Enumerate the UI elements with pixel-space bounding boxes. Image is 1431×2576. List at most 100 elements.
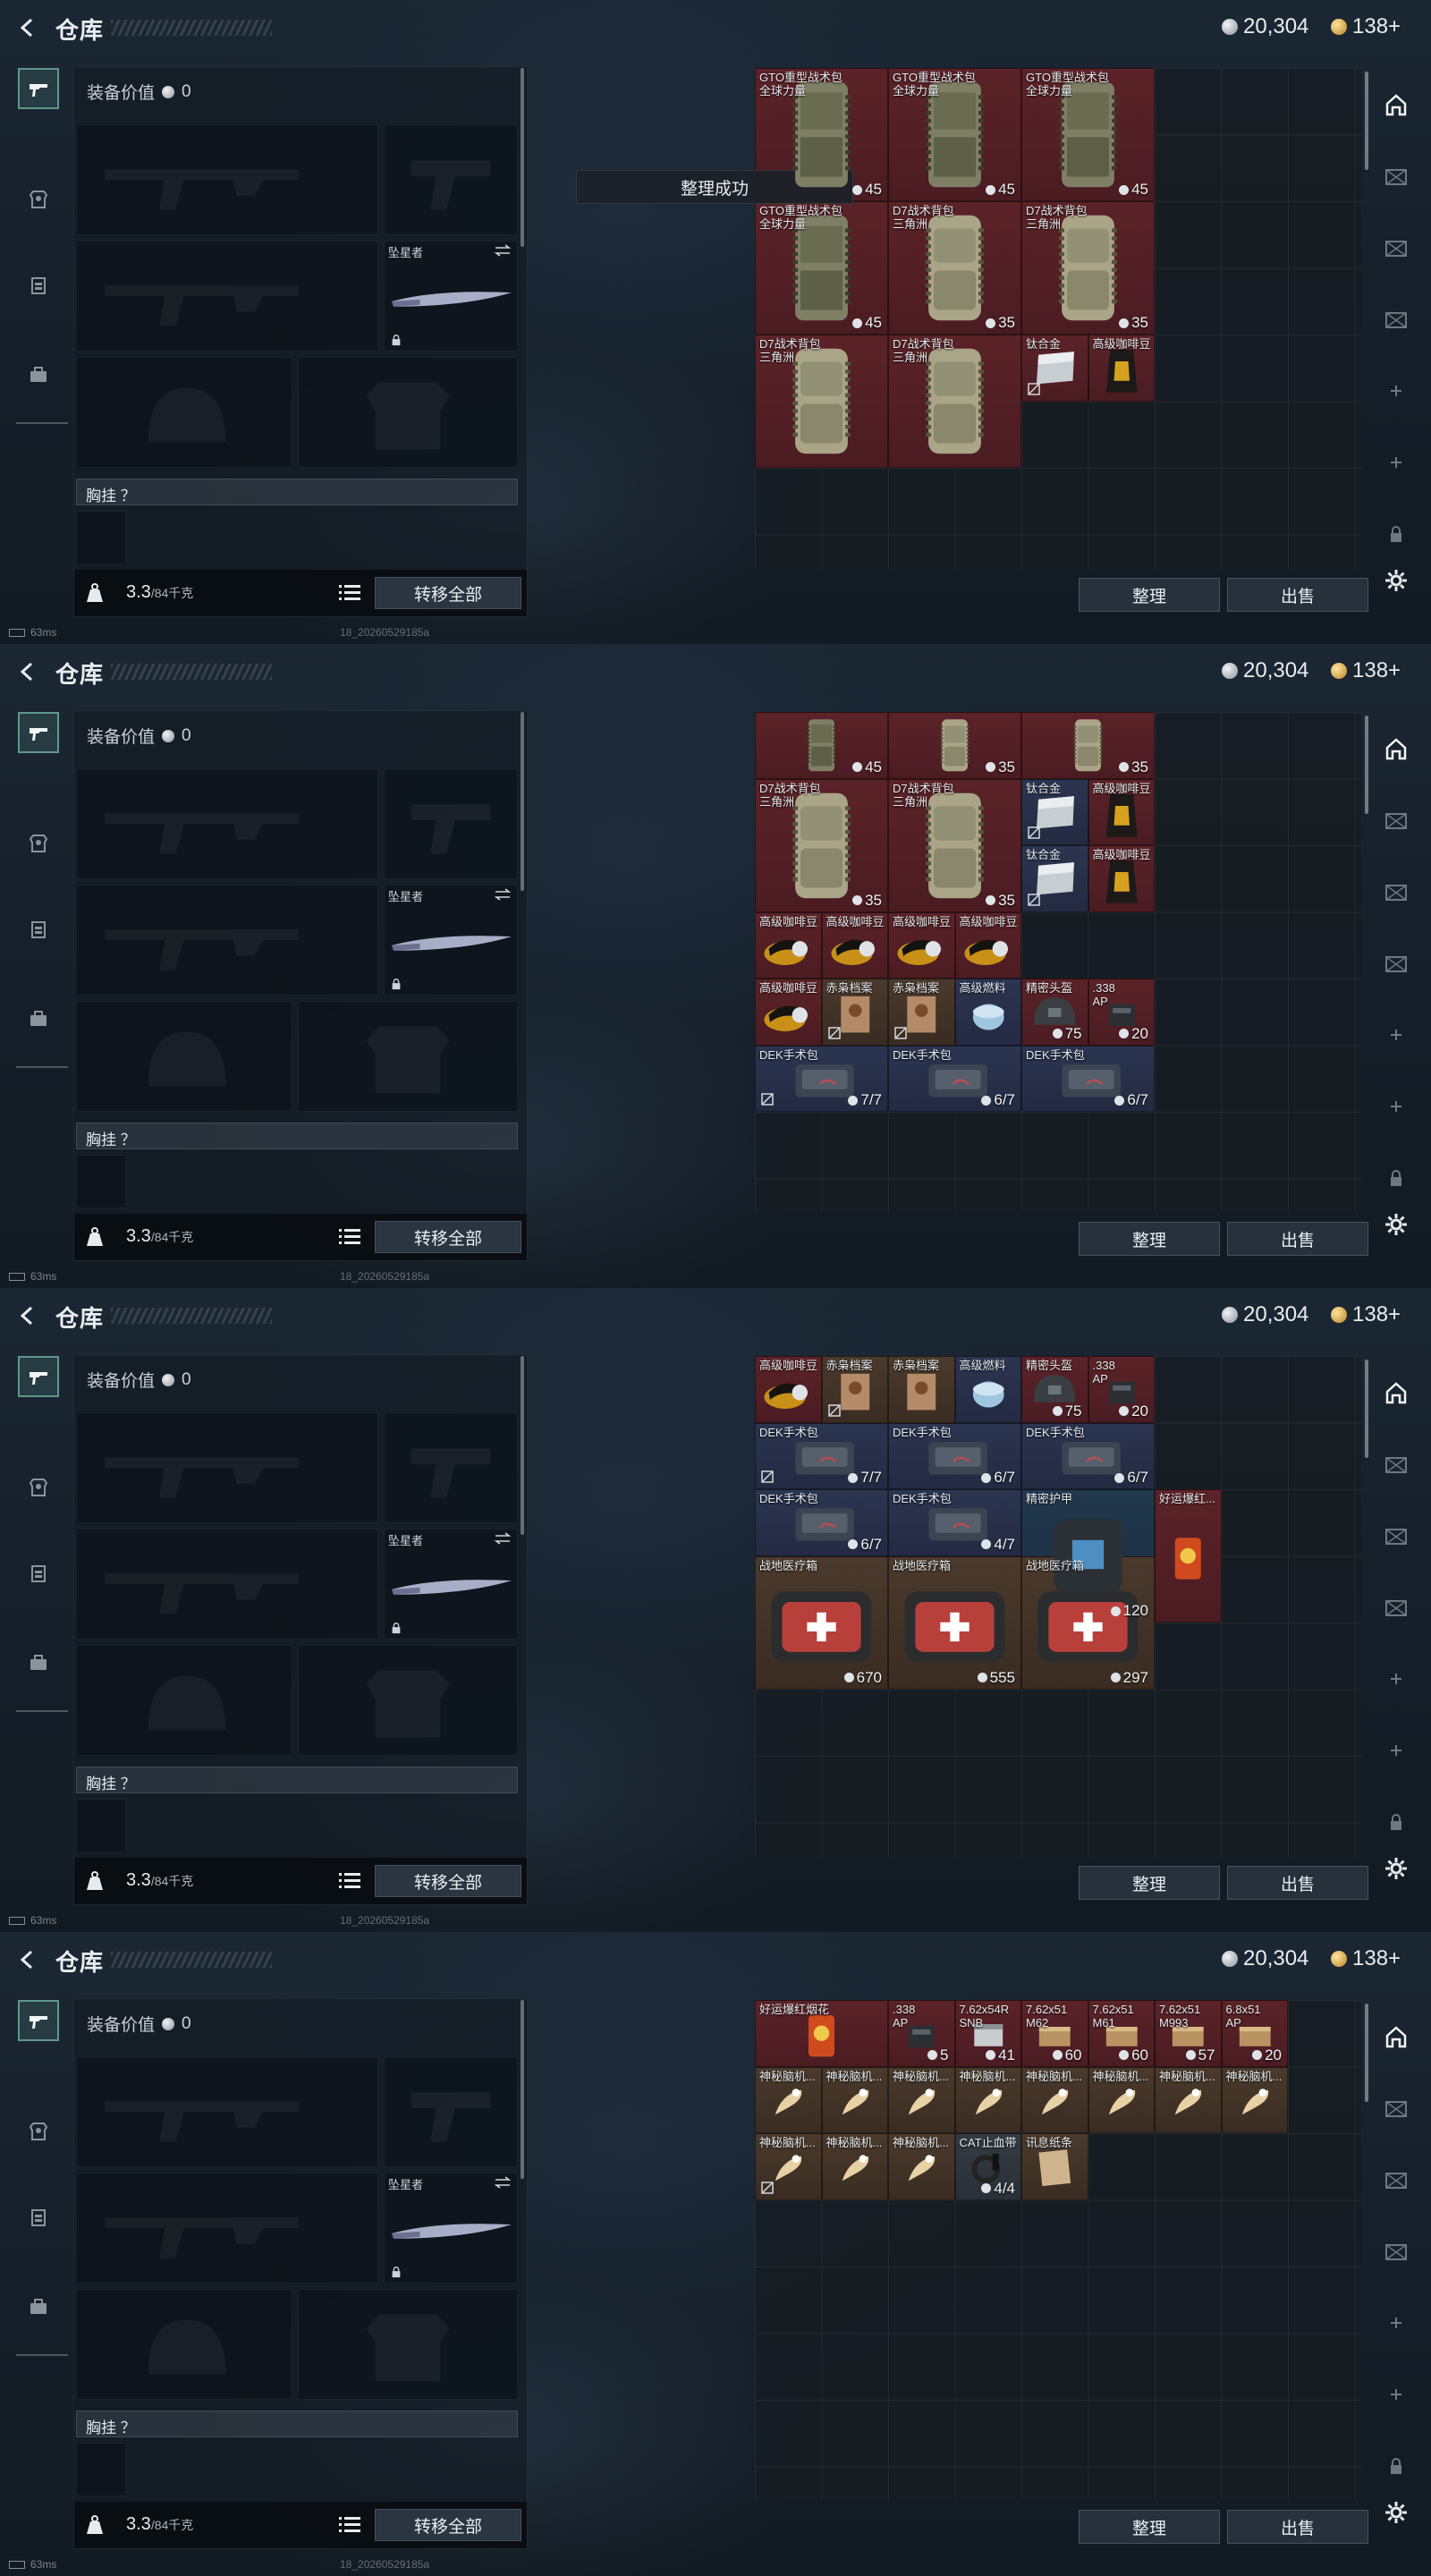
sort-button[interactable]: 整理 [1079, 578, 1220, 612]
inventory-item[interactable]: 45 [755, 712, 888, 779]
inventory-item[interactable]: 赤枭档案 [821, 979, 888, 1046]
armor-icon[interactable] [18, 179, 59, 220]
plus-icon[interactable] [1381, 2308, 1411, 2338]
home-icon[interactable] [1381, 2021, 1411, 2052]
inventory-item[interactable]: 7.62x51 M62 60 [1021, 2000, 1088, 2067]
body-armor-slot[interactable] [298, 357, 518, 468]
list-icon[interactable] [337, 580, 362, 604]
chest-rig-slot[interactable]: 胸挂 ？ [76, 1123, 518, 1149]
inventory-item[interactable]: 赤枭档案 [888, 1356, 955, 1423]
transfer-all-button[interactable]: 转移全部 [375, 1221, 521, 1253]
gear-icon[interactable] [1381, 1853, 1411, 1884]
inventory-item[interactable]: GTO重型战术包 全球力量 45 [888, 68, 1021, 201]
lock-icon[interactable] [1381, 2451, 1411, 2481]
primary-weapon-slot[interactable] [76, 1412, 378, 1523]
pistol-slot[interactable] [384, 768, 518, 879]
inventory-item[interactable]: 神秘脑机... [888, 2133, 955, 2200]
inventory-item[interactable]: 高级燃料 [954, 1356, 1021, 1423]
helmet-slot[interactable] [76, 1001, 292, 1112]
currency-gold[interactable]: 138+ [1331, 14, 1401, 39]
warehouse-scrollbar[interactable] [1365, 716, 1368, 814]
inventory-item[interactable]: 高级咖啡豆 [755, 1356, 822, 1423]
plus-icon[interactable] [1381, 1091, 1411, 1122]
pistol-slot[interactable] [384, 1412, 518, 1523]
equipment-scrollbar[interactable] [521, 68, 524, 247]
inventory-item[interactable]: 精密头盔 75 [1021, 1356, 1088, 1423]
inventory-item[interactable]: DEK手术包 6/7 [755, 1489, 888, 1556]
secondary-weapon-slot[interactable] [76, 241, 378, 352]
inventory-item[interactable]: 神秘脑机... [821, 2133, 888, 2200]
inventory-item[interactable]: D7战术背包 三角洲 35 [755, 778, 888, 912]
inventory-item[interactable]: D7战术背包 三角洲 35 [888, 201, 1021, 335]
melee-slot[interactable]: 坠星者 [384, 1529, 518, 1640]
inventory-item[interactable]: 7.62x54R SNB 41 [954, 2000, 1021, 2067]
crate-icon[interactable] [1381, 948, 1411, 979]
body-armor-slot[interactable] [298, 1001, 518, 1112]
vest-icon[interactable] [18, 1553, 59, 1594]
inventory-item[interactable]: GTO重型战术包 全球力量 45 [755, 201, 888, 335]
crate-icon[interactable] [1381, 877, 1411, 907]
chest-rig-subslot[interactable] [76, 2443, 126, 2496]
inventory-item[interactable]: DEK手术包 4/7 [888, 1489, 1021, 1556]
list-icon[interactable] [337, 2512, 362, 2536]
back-arrow-icon[interactable] [13, 1301, 43, 1331]
inventory-item[interactable]: DEK手术包 7/7 [755, 1422, 888, 1489]
plus-icon[interactable] [1381, 376, 1411, 406]
vest-icon[interactable] [18, 265, 59, 306]
inventory-item[interactable]: 战地医疗箱 555 [888, 1555, 1021, 1690]
bag-icon[interactable] [18, 2286, 59, 2327]
gear-icon[interactable] [1381, 1209, 1411, 1240]
inventory-item[interactable]: 6.8x51 AP 20 [1221, 2000, 1288, 2067]
sort-button[interactable]: 整理 [1079, 1866, 1220, 1900]
inventory-item[interactable]: 神秘脑机... [1155, 2066, 1222, 2133]
plus-icon[interactable] [1381, 1664, 1411, 1694]
chest-rig-slot[interactable]: 胸挂 ？ [76, 479, 518, 505]
equipment-scrollbar[interactable] [521, 712, 524, 891]
lock-icon[interactable] [1381, 519, 1411, 549]
plus-icon[interactable] [1381, 447, 1411, 478]
melee-slot[interactable]: 坠星者 [384, 241, 518, 352]
chest-rig-slot[interactable]: 胸挂 ？ [76, 2411, 518, 2437]
currency-silver[interactable]: 20,304 [1222, 1946, 1308, 1971]
inventory-item[interactable]: 神秘脑机... [1021, 2066, 1088, 2133]
inventory-item[interactable]: 神秘脑机... [755, 2133, 822, 2200]
chest-rig-slot[interactable]: 胸挂 ？ [76, 1767, 518, 1793]
back-arrow-icon[interactable] [13, 657, 43, 687]
pistol-slot[interactable] [384, 124, 518, 235]
crate-icon[interactable] [1381, 1449, 1411, 1479]
gun-icon[interactable] [18, 2000, 59, 2041]
sell-button[interactable]: 出售 [1227, 1866, 1368, 1900]
currency-silver[interactable]: 20,304 [1222, 1302, 1308, 1327]
home-icon[interactable] [1381, 733, 1411, 764]
crate-icon[interactable] [1381, 1592, 1411, 1623]
currency-gold[interactable]: 138+ [1331, 1302, 1401, 1327]
armor-icon[interactable] [18, 1467, 59, 1508]
bag-icon[interactable] [18, 998, 59, 1039]
plus-icon[interactable] [1381, 1020, 1411, 1050]
plus-icon[interactable] [1381, 1735, 1411, 1766]
inventory-item[interactable]: 神秘脑机... [755, 2066, 822, 2133]
inventory-item[interactable]: 高级咖啡豆 [1088, 335, 1155, 402]
lock-icon[interactable] [1381, 1163, 1411, 1193]
warehouse-scrollbar[interactable] [1365, 72, 1368, 170]
inventory-item[interactable]: 神秘脑机... [1088, 2066, 1155, 2133]
inventory-item[interactable]: DEK手术包 6/7 [1021, 1422, 1155, 1489]
inventory-item[interactable]: GTO重型战术包 全球力量 45 [1021, 68, 1155, 201]
inventory-item[interactable]: CAT止血带 4/4 [954, 2133, 1021, 2200]
pistol-slot[interactable] [384, 2056, 518, 2167]
inventory-item[interactable]: DEK手术包 7/7 [755, 1045, 888, 1112]
inventory-item[interactable]: 高级咖啡豆 [755, 979, 822, 1046]
transfer-all-button[interactable]: 转移全部 [375, 1865, 521, 1897]
inventory-item[interactable]: GTO重型战术包 全球力量 45 [755, 68, 888, 201]
crate-icon[interactable] [1381, 233, 1411, 263]
primary-weapon-slot[interactable] [76, 124, 378, 235]
list-icon[interactable] [337, 1868, 362, 1892]
inventory-item[interactable]: D7战术背包 三角洲 35 [888, 778, 1021, 912]
currency-gold[interactable]: 138+ [1331, 658, 1401, 683]
equipment-scrollbar[interactable] [521, 1356, 524, 1535]
crate-icon[interactable] [1381, 2093, 1411, 2123]
inventory-item[interactable]: 赤枭档案 [888, 979, 955, 1046]
crate-icon[interactable] [1381, 2165, 1411, 2195]
transfer-all-button[interactable]: 转移全部 [375, 577, 521, 609]
inventory-item[interactable]: 神秘脑机... [1221, 2066, 1288, 2133]
